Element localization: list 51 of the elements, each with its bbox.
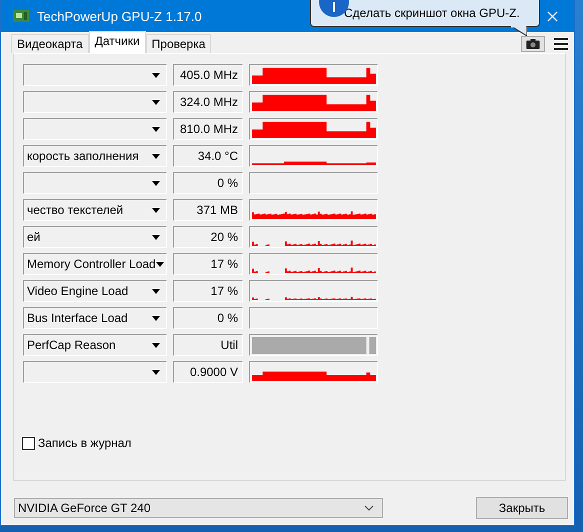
checkbox[interactable] bbox=[22, 436, 35, 450]
menu-icon[interactable] bbox=[554, 38, 568, 50]
tooltip-text: Сделать скриншот окна GPU-Z. bbox=[344, 6, 520, 20]
sensor-value: 0 % bbox=[173, 172, 243, 194]
camera-icon bbox=[526, 39, 540, 49]
dropdown-arrow-icon bbox=[152, 370, 160, 374]
sensor-dropdown[interactable] bbox=[23, 118, 167, 140]
tab[interactable]: Датчики bbox=[88, 31, 146, 53]
dropdown-arrow-icon bbox=[152, 288, 160, 294]
close-button[interactable]: Закрыть bbox=[476, 497, 568, 519]
dropdown-arrow-icon bbox=[152, 100, 160, 104]
sensor-dropdown[interactable] bbox=[23, 172, 167, 194]
sensor-value: 371 MB bbox=[173, 199, 243, 221]
sensor-dropdown[interactable]: корость заполнения bbox=[23, 145, 167, 167]
dropdown-arrow-icon bbox=[152, 154, 160, 158]
checkbox-label: Запись в журнал bbox=[38, 436, 132, 450]
graphics-card-icon bbox=[13, 9, 29, 23]
window-title: TechPowerUp GPU-Z 1.17.0 bbox=[37, 8, 202, 24]
sensor-dropdown[interactable]: ей bbox=[23, 226, 167, 248]
sensor-dropdown[interactable] bbox=[23, 361, 167, 383]
sensor-dropdown[interactable]: чество текстелей bbox=[23, 199, 167, 221]
sensor-dropdown[interactable]: Bus Interface Load bbox=[23, 307, 167, 329]
sensor-dropdown[interactable]: Memory Controller Load bbox=[23, 253, 167, 275]
sensor-value: Util bbox=[173, 334, 243, 356]
sensor-value: 0 % bbox=[173, 307, 243, 329]
sensor-value: 17 % bbox=[173, 280, 243, 302]
sensor-value: 405.0 MHz bbox=[173, 64, 243, 86]
sensor-value: 34.0 °C bbox=[173, 145, 243, 167]
sensor-dropdown[interactable]: PerfCap Reason bbox=[23, 334, 167, 356]
tab[interactable]: Проверка bbox=[146, 34, 212, 53]
dropdown-arrow-icon bbox=[152, 126, 160, 132]
dropdown-arrow-icon bbox=[152, 316, 160, 320]
dropdown-arrow-icon bbox=[152, 208, 160, 212]
dropdown-arrow-icon bbox=[152, 342, 160, 348]
dropdown-arrow-icon bbox=[156, 262, 164, 266]
tab[interactable]: Видеокарта bbox=[11, 34, 89, 53]
gpu-dropdown[interactable]: NVIDIA GeForce GT 240 bbox=[14, 498, 383, 518]
sensor-dropdown[interactable]: Video Engine Load bbox=[23, 280, 167, 302]
dropdown-arrow-icon bbox=[152, 234, 160, 240]
sensor-value: 324.0 MHz bbox=[173, 91, 243, 113]
sensor-value: 17 % bbox=[173, 253, 243, 275]
sensor-value: 20 % bbox=[173, 226, 243, 248]
dropdown-arrow-icon bbox=[152, 72, 160, 78]
close-icon[interactable] bbox=[547, 10, 558, 22]
screenshot-button[interactable] bbox=[521, 36, 545, 52]
dropdown-arrow-icon bbox=[152, 180, 160, 186]
sensor-value: 0.9000 V bbox=[173, 361, 243, 383]
sensor-dropdown[interactable] bbox=[23, 64, 167, 86]
chevron-icon bbox=[364, 505, 374, 511]
sensor-value: 810.0 MHz bbox=[173, 118, 243, 140]
sensor-dropdown[interactable] bbox=[23, 91, 167, 113]
